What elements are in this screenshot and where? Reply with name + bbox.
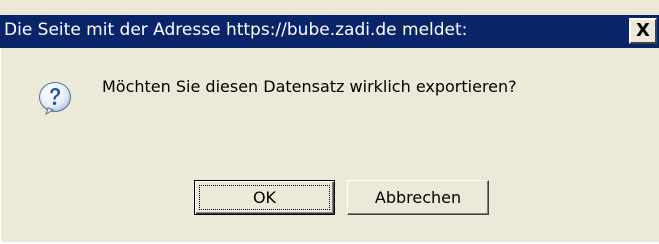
cancel-button-label: Abbrechen	[374, 188, 462, 207]
close-button[interactable]: X	[629, 18, 657, 44]
cancel-button[interactable]: Abbrechen	[347, 180, 489, 215]
dialog-titlebar[interactable]: Die Seite mit der Adresse https://bube.z…	[0, 15, 659, 48]
focus-ring	[199, 185, 330, 210]
alert-dialog: Die Seite mit der Adresse https://bube.z…	[0, 0, 659, 244]
dialog-body: Möchten Sie diesen Datensatz wirklich ex…	[0, 48, 659, 244]
ok-button[interactable]: OK	[194, 180, 335, 215]
question-icon	[39, 82, 71, 115]
close-icon: X	[636, 19, 650, 41]
dialog-title: Die Seite mit der Adresse https://bube.z…	[4, 20, 468, 40]
dialog-message: Möchten Sie diesen Datensatz wirklich ex…	[102, 77, 517, 96]
